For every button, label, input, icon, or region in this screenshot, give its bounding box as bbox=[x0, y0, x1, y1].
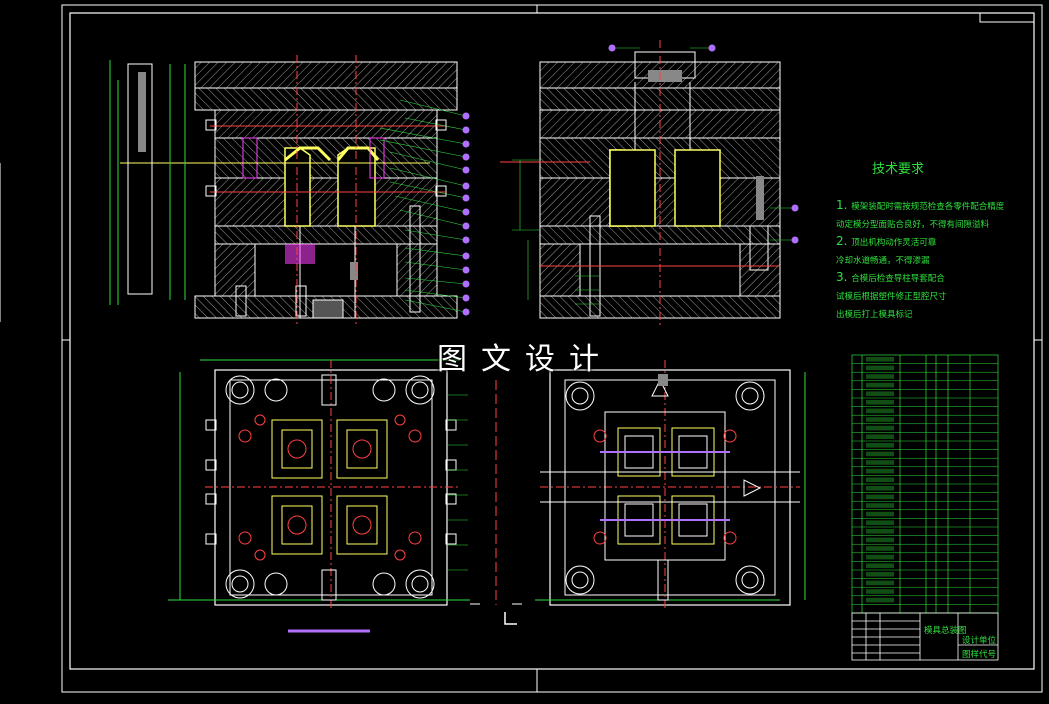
tech-requirement-text: 动定模分型面贴合良好，不得有间隙溢料 bbox=[836, 220, 990, 230]
title-block-product: 模具总装图 bbox=[924, 626, 967, 636]
parts-list-cell-text bbox=[866, 554, 894, 560]
watermark: 图文设计 bbox=[437, 342, 613, 377]
title-block-drawing-no: 图样代号 bbox=[962, 650, 997, 660]
parts-list-cell-text bbox=[866, 546, 894, 551]
tech-requirement-line: 冷却水道畅通，不得渗漏 bbox=[836, 252, 930, 266]
tech-requirement-number: 2. bbox=[836, 234, 852, 248]
tech-requirement-number: 3. bbox=[836, 270, 852, 284]
tech-requirement-number: 1. bbox=[836, 198, 852, 212]
plan-view-b bbox=[535, 360, 806, 610]
parts-list-cell-text bbox=[866, 572, 894, 577]
tech-requirement-line: 动定模分型面贴合良好，不得有间隙溢料 bbox=[836, 216, 989, 230]
plan-view-a bbox=[168, 359, 470, 610]
parts-list-cell-text bbox=[866, 443, 894, 448]
tech-requirement-text: 出模后打上模具标记 bbox=[836, 310, 913, 320]
parts-list-cell-text bbox=[866, 365, 894, 371]
parts-list-cell-text bbox=[866, 451, 894, 457]
tech-requirement-text: 模架装配时需按规范检查各零件配合精度 bbox=[851, 202, 1005, 212]
tech-requirement-text: 合模后检查导柱导套配合 bbox=[851, 274, 945, 284]
parts-list-cell-text bbox=[866, 391, 894, 396]
parts-list-cell-text bbox=[866, 425, 894, 431]
parts-list-cell-text bbox=[866, 417, 894, 422]
tech-requirement-line: 出模后打上模具标记 bbox=[836, 306, 913, 320]
parts-list-cell-text bbox=[866, 494, 894, 500]
parts-list-cell-text bbox=[866, 511, 894, 517]
parts-list-cell-text bbox=[866, 477, 894, 482]
parts-list-cell-text bbox=[866, 580, 894, 586]
parts-list-cell-text bbox=[866, 374, 894, 379]
tech-requirement-text: 顶出机构动作灵活可靠 bbox=[851, 238, 937, 248]
parts-list-cell-text bbox=[866, 503, 894, 508]
section-view-b bbox=[500, 40, 799, 325]
parts-list-cell-text bbox=[866, 460, 894, 465]
parts-list-cell-text bbox=[866, 382, 894, 388]
parts-list-cell-text bbox=[866, 408, 894, 414]
tech-requirement-line: 1. 模架装配时需按规范检查各零件配合精度 bbox=[836, 198, 1004, 212]
tech-requirement-line: 试模后根据塑件修正型腔尺寸 bbox=[836, 288, 947, 302]
section-mark bbox=[504, 612, 517, 625]
tech-requirement-line: 3. 合模后检查导柱导套配合 bbox=[836, 270, 945, 284]
parts-list-cell-text bbox=[866, 468, 894, 474]
tech-requirements-title: 技术要求 bbox=[872, 162, 925, 177]
tech-requirement-text: 冷却水道畅通，不得渗漏 bbox=[836, 256, 930, 266]
parts-list-cell-text bbox=[866, 597, 894, 603]
parts-list-cell-text bbox=[866, 563, 894, 568]
title-block-company: 设计单位 bbox=[962, 636, 997, 646]
parts-list-cell-text bbox=[866, 529, 894, 534]
parts-list-rows bbox=[852, 357, 998, 605]
parts-list-cell-text bbox=[866, 357, 894, 362]
parts-list-cell-text bbox=[866, 400, 894, 405]
parts-list-cell-text bbox=[866, 537, 894, 543]
parts-list-cell-text bbox=[866, 486, 894, 491]
parts-list-cell-text bbox=[866, 589, 894, 594]
section-view-a bbox=[109, 55, 470, 325]
parts-list-cell-text bbox=[866, 520, 894, 525]
tech-requirement-line: 2. 顶出机构动作灵活可靠 bbox=[836, 234, 936, 248]
tech-requirement-text: 试模后根据塑件修正型腔尺寸 bbox=[836, 292, 947, 302]
parts-list-cell-text bbox=[866, 434, 894, 439]
